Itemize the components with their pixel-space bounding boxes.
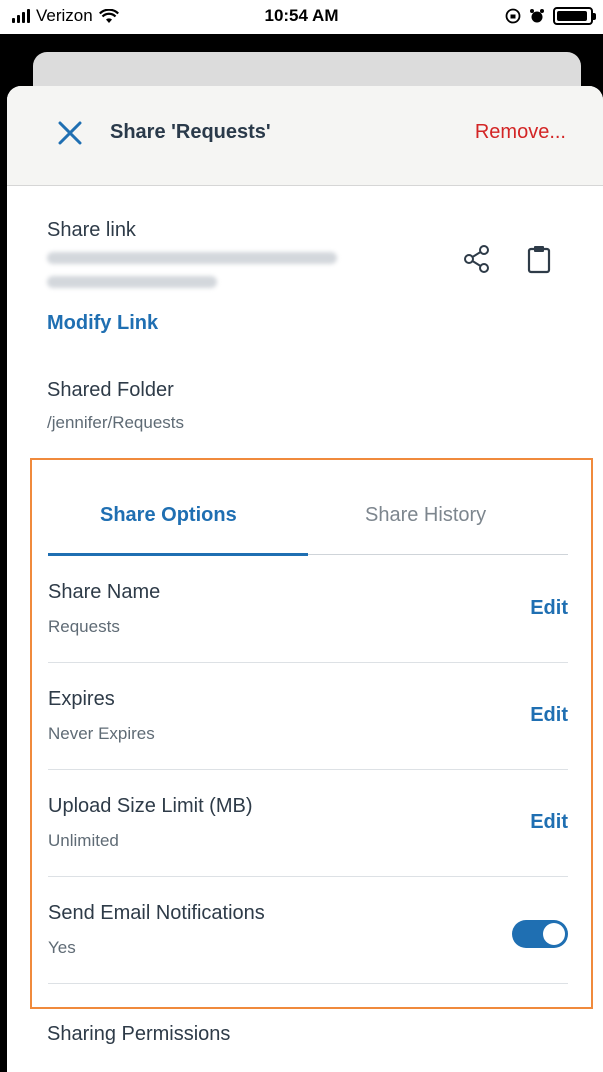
share-name-title: Share Name — [48, 581, 161, 603]
alarm-icon — [530, 9, 544, 23]
modify-link-button[interactable]: Modify Link — [47, 312, 158, 335]
share-link-label: Share link — [47, 219, 136, 241]
upload-limit-value: Unlimited — [48, 831, 119, 850]
upload-limit-title: Upload Size Limit (MB) — [48, 795, 253, 817]
share-name-value: Requests — [48, 617, 120, 636]
active-tab-indicator — [48, 553, 308, 556]
share-name-row: Share Name Requests Edit — [48, 557, 568, 663]
tab-share-history[interactable]: Share History — [365, 504, 486, 527]
tab-bar: Share Options Share History — [48, 460, 568, 556]
status-bar: Verizon 10:54 AM — [0, 0, 603, 34]
remove-button[interactable]: Remove... — [475, 121, 566, 144]
expires-title: Expires — [48, 688, 115, 710]
expires-row: Expires Never Expires Edit — [48, 664, 568, 770]
email-notifications-title: Send Email Notifications — [48, 902, 265, 924]
clipboard-icon[interactable] — [527, 244, 551, 274]
share-link-url-redacted — [47, 252, 347, 300]
share-options-panel: Share Options Share History Share Name R… — [30, 458, 593, 1009]
share-sheet: Share 'Requests' Remove... Share link Mo… — [7, 86, 603, 1072]
toggle-knob — [543, 923, 565, 945]
sheet-header: Share 'Requests' Remove... — [7, 86, 603, 186]
expires-value: Never Expires — [48, 724, 155, 743]
sheet-title: Share 'Requests' — [110, 121, 271, 143]
shared-folder-label: Shared Folder — [47, 379, 174, 401]
share-name-edit-button[interactable]: Edit — [530, 597, 568, 620]
share-icon[interactable] — [463, 244, 491, 274]
sharing-permissions-label: Sharing Permissions — [47, 1023, 231, 1045]
battery-icon — [553, 7, 596, 25]
email-notifications-row: Send Email Notifications Yes — [48, 878, 568, 984]
email-notifications-toggle[interactable] — [512, 920, 568, 948]
shared-folder-path: /jennifer/Requests — [47, 413, 185, 432]
status-right — [505, 7, 596, 25]
expires-edit-button[interactable]: Edit — [530, 704, 568, 727]
tab-share-options[interactable]: Share Options — [100, 504, 237, 527]
upload-limit-row: Upload Size Limit (MB) Unlimited Edit — [48, 771, 568, 877]
upload-limit-edit-button[interactable]: Edit — [530, 811, 568, 834]
close-icon[interactable] — [57, 120, 83, 146]
orientation-lock-icon — [505, 8, 521, 24]
email-notifications-value: Yes — [48, 938, 76, 957]
